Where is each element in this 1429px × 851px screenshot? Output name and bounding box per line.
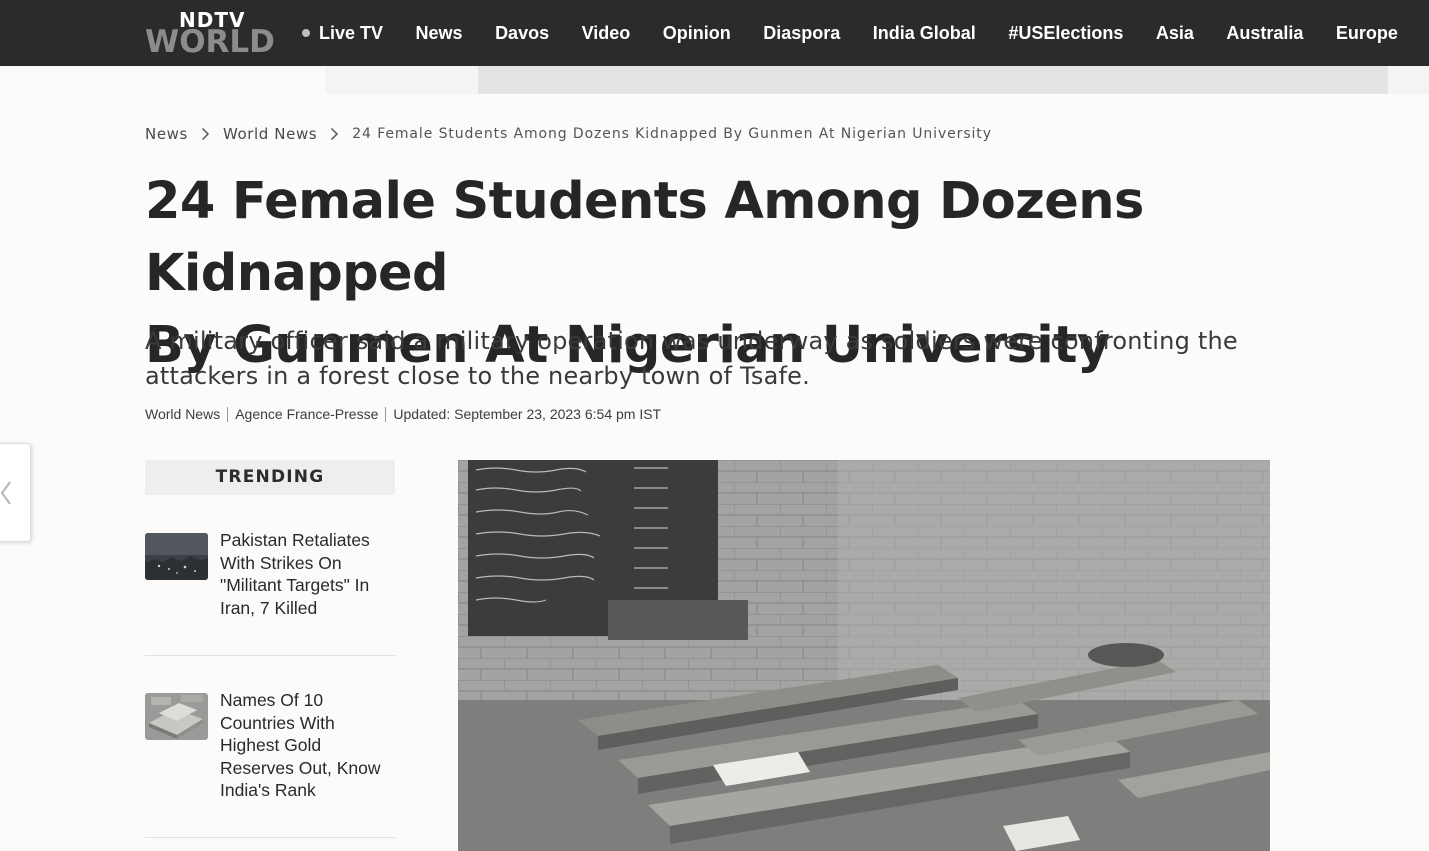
- logo-text-bottom: WORLD: [145, 24, 275, 60]
- gold-bars-photo-icon[interactable]: [145, 693, 208, 740]
- meta-updated: Updated: September 23, 2023 6:54 pm IST: [393, 406, 662, 422]
- nav-item-live-tv[interactable]: Live TV: [302, 23, 383, 44]
- ndtv-world-logo[interactable]: NDTV WORLD: [145, 8, 275, 60]
- nav-item-diaspora[interactable]: Diaspora: [763, 23, 840, 44]
- article-summary: A military officer said a military opera…: [145, 327, 1238, 390]
- nav-item-australia[interactable]: Australia: [1226, 23, 1303, 44]
- trending-heading: TRENDING: [145, 460, 395, 495]
- nav-item-davos[interactable]: Davos: [495, 23, 549, 44]
- live-dot-icon: [302, 29, 310, 37]
- nav-item-opinion[interactable]: Opinion: [663, 23, 731, 44]
- nav-item-video[interactable]: Video: [582, 23, 631, 44]
- nav-item-news[interactable]: News: [416, 23, 463, 44]
- side-panel-toggle[interactable]: [0, 443, 31, 542]
- article-meta: World News Agence France-Presse Updated:…: [145, 406, 661, 422]
- article-main-photo[interactable]: [458, 460, 1270, 851]
- nav-item-label: Live TV: [319, 22, 384, 43]
- meta-divider: [385, 406, 387, 422]
- ad-banner-placeholder[interactable]: [478, 66, 1388, 94]
- chevron-right-icon: [330, 127, 339, 141]
- breadcrumb-current: 24 Female Students Among Dozens Kidnappe…: [352, 126, 992, 142]
- meta-category-link[interactable]: World News: [145, 406, 220, 422]
- nav-item-india-global[interactable]: India Global: [873, 23, 976, 44]
- meta-source: Agence France-Presse: [235, 406, 379, 422]
- chevron-right-icon: [201, 127, 210, 141]
- main-nav: Live TV News Davos Video Opinion Diaspor…: [302, 0, 1429, 66]
- trending-divider: [145, 837, 396, 838]
- nav-item-us-elections[interactable]: #USElections: [1008, 23, 1123, 44]
- breadcrumb-world-news[interactable]: World News: [223, 125, 317, 143]
- headline-line-1: 24 Female Students Among Dozens Kidnappe…: [145, 172, 1144, 303]
- meta-divider: [227, 406, 229, 422]
- nav-item-europe[interactable]: Europe: [1336, 23, 1398, 44]
- breadcrumb: News World News 24 Female Students Among…: [145, 125, 992, 143]
- nav-item-asia[interactable]: Asia: [1156, 23, 1194, 44]
- night-city-photo-icon[interactable]: [145, 533, 208, 580]
- trending-divider: [145, 655, 396, 656]
- top-navigation-bar: NDTV WORLD Live TV News Davos Video Opin…: [0, 0, 1429, 66]
- trending-item-title[interactable]: Pakistan Retaliates With Strikes On "Mil…: [220, 529, 396, 619]
- chevron-left-icon: [0, 481, 11, 505]
- trending-item-title[interactable]: Names Of 10 Countries With Highest Gold …: [220, 689, 396, 802]
- breadcrumb-news[interactable]: News: [145, 125, 188, 143]
